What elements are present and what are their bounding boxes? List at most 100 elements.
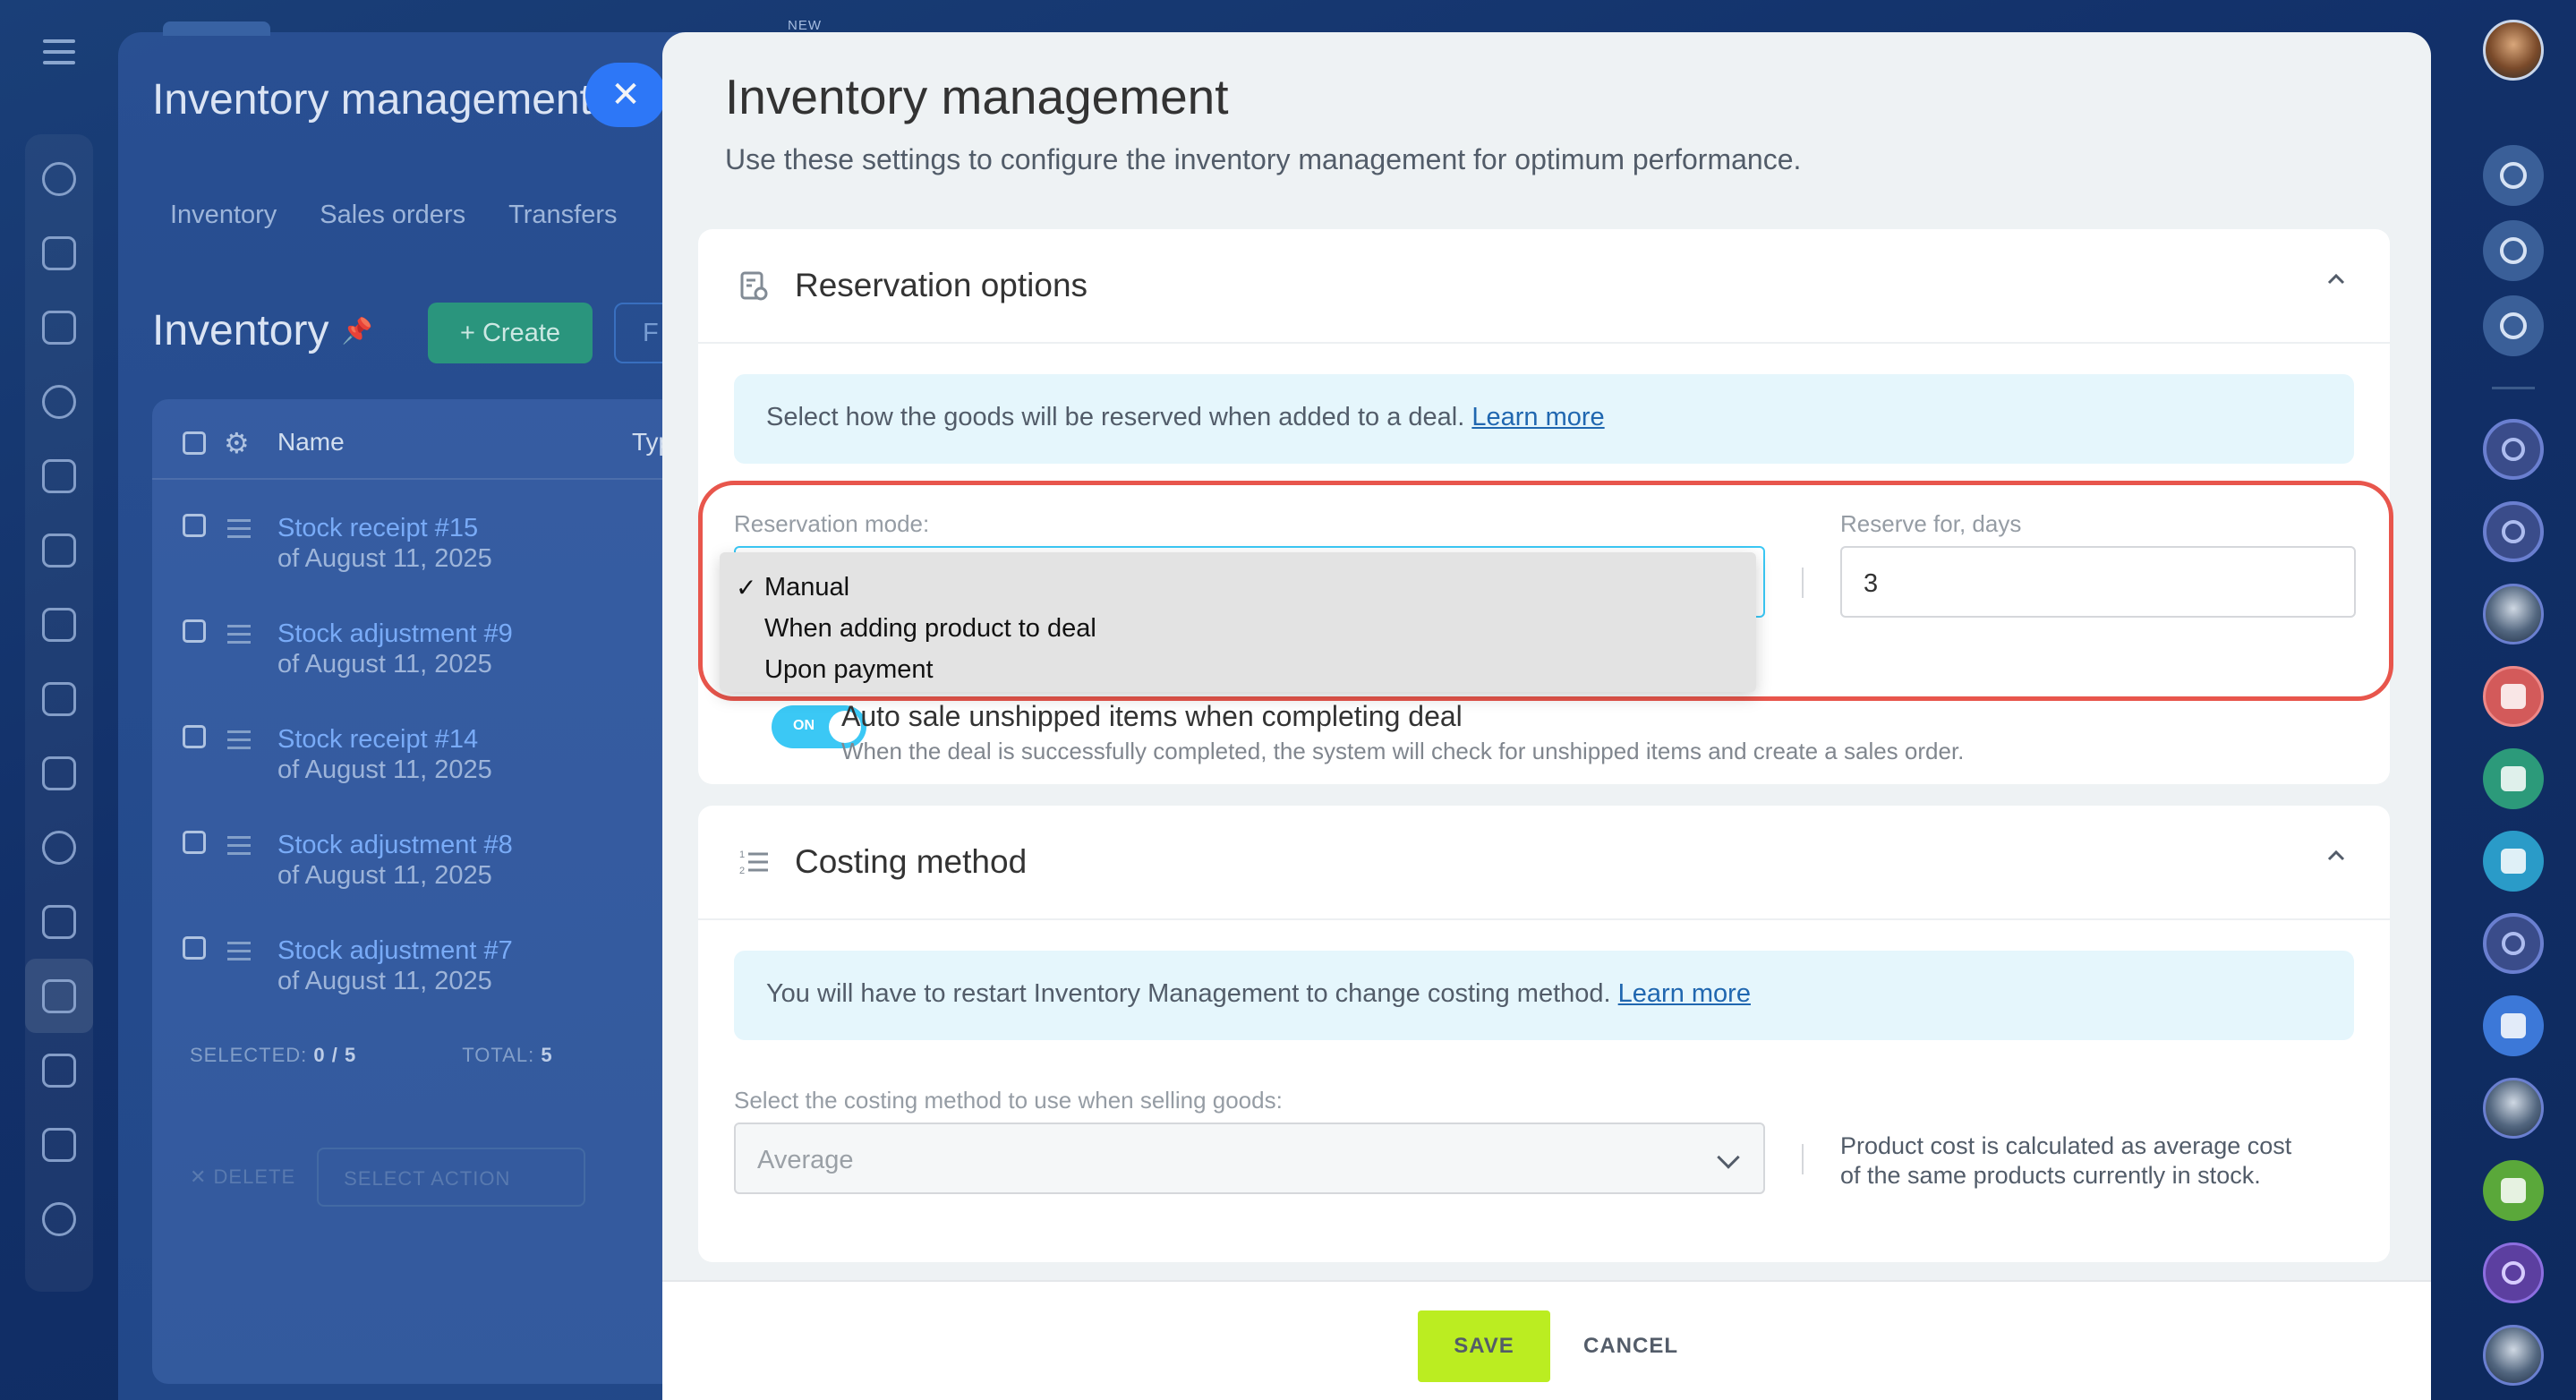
drag-handle-icon[interactable] — [227, 836, 251, 860]
sites-icon[interactable] — [25, 364, 93, 439]
search-chat-icon[interactable] — [2483, 295, 2544, 356]
drag-handle-icon[interactable] — [227, 942, 251, 966]
save-button[interactable]: SAVE — [1418, 1310, 1550, 1382]
drag-handle-icon[interactable] — [227, 625, 251, 649]
sidebar-divider — [2492, 387, 2535, 389]
chevron-up-icon[interactable] — [2325, 845, 2347, 866]
notifications-icon[interactable] — [2483, 145, 2544, 206]
pin-icon[interactable]: 📌 — [341, 316, 372, 346]
row-checkbox[interactable] — [183, 936, 206, 960]
costing-note: Product cost is calculated as average co… — [1840, 1131, 2291, 1191]
create-button[interactable]: + Create — [428, 303, 593, 363]
copilot-chat-icon[interactable] — [2483, 501, 2544, 562]
calendar-icon[interactable] — [25, 439, 93, 513]
learn-more-link[interactable]: Learn more — [1471, 403, 1604, 431]
contacts-icon[interactable] — [25, 810, 93, 884]
sign-icon[interactable] — [25, 1182, 93, 1256]
column-name[interactable]: Name — [277, 428, 345, 457]
auto-sale-description: When the deal is successfully completed,… — [841, 738, 1965, 764]
open-channel-icon[interactable] — [2483, 831, 2544, 892]
row-title[interactable]: Stock receipt #15 — [277, 514, 478, 543]
costing-info-text: You will have to restart Inventory Manag… — [766, 979, 1611, 1008]
row-checkbox[interactable] — [183, 831, 206, 854]
costing-title: Costing method — [795, 843, 1028, 880]
close-button[interactable]: ✕ — [585, 63, 666, 127]
booking-icon[interactable] — [25, 1033, 93, 1107]
row-title[interactable]: Stock adjustment #7 — [277, 936, 513, 966]
app-tabs: Inventory Sales orders Transfers — [170, 201, 618, 230]
table-footer: SELECTED: 0 / 5 TOTAL: 5 — [190, 1044, 553, 1067]
dropdown-option-manual[interactable]: ✓ Manual — [736, 567, 1756, 608]
table-actions: ✕ DELETE SELECT ACTION — [190, 1148, 586, 1207]
chat-icon[interactable] — [25, 216, 93, 290]
learn-more-link[interactable]: Learn more — [1618, 979, 1751, 1008]
tasks-icon[interactable] — [25, 884, 93, 959]
contact-avatar[interactable] — [2483, 1325, 2544, 1386]
costing-select-label: Select the costing method to use when se… — [734, 1087, 1283, 1114]
reservation-mode-dropdown[interactable]: ✓ Manual When adding product to deal Upo… — [720, 552, 1756, 692]
costing-method-select[interactable]: Average — [734, 1123, 1765, 1194]
panel-subtitle: Use these settings to configure the inve… — [725, 143, 1802, 175]
top-tab-pill — [163, 21, 270, 36]
page-title: Inventory 📌 — [152, 306, 372, 355]
group-chat-icon[interactable] — [2483, 666, 2544, 727]
copilot-chat-icon[interactable] — [2483, 419, 2544, 480]
contact-avatar[interactable] — [2483, 584, 2544, 645]
row-title[interactable]: Stock receipt #14 — [277, 725, 478, 755]
select-action-dropdown[interactable]: SELECT ACTION — [317, 1148, 586, 1207]
select-all-checkbox[interactable] — [183, 431, 206, 455]
tasks-chat-icon[interactable] — [2483, 995, 2544, 1056]
gear-icon[interactable]: ⚙ — [224, 426, 250, 460]
collab-chat-icon[interactable] — [2483, 1242, 2544, 1303]
settings-doc-icon — [740, 271, 768, 301]
feed-icon[interactable] — [25, 290, 93, 364]
row-checkbox[interactable] — [183, 514, 206, 537]
analytics-icon[interactable] — [25, 587, 93, 662]
user-avatar[interactable] — [2483, 20, 2544, 81]
row-checkbox[interactable] — [183, 619, 206, 643]
settings-panel: Inventory management Use these settings … — [662, 32, 2431, 1400]
row-title[interactable]: Stock adjustment #8 — [277, 831, 513, 860]
new-label: NEW — [788, 18, 822, 33]
reservation-title: Reservation options — [795, 267, 1088, 303]
option-label: Manual — [764, 572, 850, 602]
crm-icon[interactable] — [25, 141, 93, 216]
row-checkbox[interactable] — [183, 725, 206, 748]
dropdown-option-adding-product[interactable]: When adding product to deal — [736, 608, 1756, 649]
tab-inventory[interactable]: Inventory — [170, 201, 277, 230]
chevron-down-icon — [1717, 1146, 1740, 1169]
inventory-icon[interactable] — [25, 959, 93, 1033]
store-icon[interactable] — [25, 1107, 93, 1182]
dropdown-option-upon-payment[interactable]: Upon payment — [736, 649, 1756, 690]
option-label: When adding product to deal — [764, 613, 1096, 643]
row-title[interactable]: Stock adjustment #9 — [277, 619, 513, 649]
mail-icon[interactable] — [25, 736, 93, 810]
tab-sales-orders[interactable]: Sales orders — [320, 201, 465, 230]
row-date: of August 11, 2025 — [277, 650, 492, 679]
drag-handle-icon[interactable] — [227, 519, 251, 543]
toggle-state: ON — [793, 718, 815, 733]
row-date: of August 11, 2025 — [277, 755, 492, 784]
numbered-list-icon: 1 2 — [739, 849, 768, 876]
page-title-text: Inventory — [152, 307, 329, 354]
drive-icon[interactable] — [25, 662, 93, 736]
delete-button[interactable]: ✕ DELETE — [190, 1165, 295, 1189]
documents-icon[interactable] — [25, 513, 93, 587]
costing-card-header[interactable]: 1 2 Costing method — [698, 806, 2390, 920]
costing-method-value: Average — [757, 1146, 854, 1174]
tasks-chat-icon[interactable] — [2483, 1160, 2544, 1221]
left-sidebar — [0, 0, 118, 1400]
chevron-up-icon[interactable] — [2325, 269, 2347, 290]
copilot-chat-icon[interactable] — [2483, 913, 2544, 974]
group-chat-icon[interactable] — [2483, 748, 2544, 809]
costing-note-line: Product cost is calculated as average co… — [1840, 1132, 2292, 1159]
copilot-icon[interactable] — [2483, 220, 2544, 281]
reservation-card-header[interactable]: Reservation options — [698, 229, 2390, 344]
cancel-button[interactable]: CANCEL — [1577, 1310, 1685, 1382]
menu-icon[interactable] — [43, 39, 75, 64]
costing-info-box: You will have to restart Inventory Manag… — [734, 951, 2354, 1040]
contact-avatar[interactable] — [2483, 1078, 2544, 1139]
reservation-info-box: Select how the goods will be reserved wh… — [734, 374, 2354, 464]
drag-handle-icon[interactable] — [227, 730, 251, 755]
tab-transfers[interactable]: Transfers — [508, 201, 617, 230]
